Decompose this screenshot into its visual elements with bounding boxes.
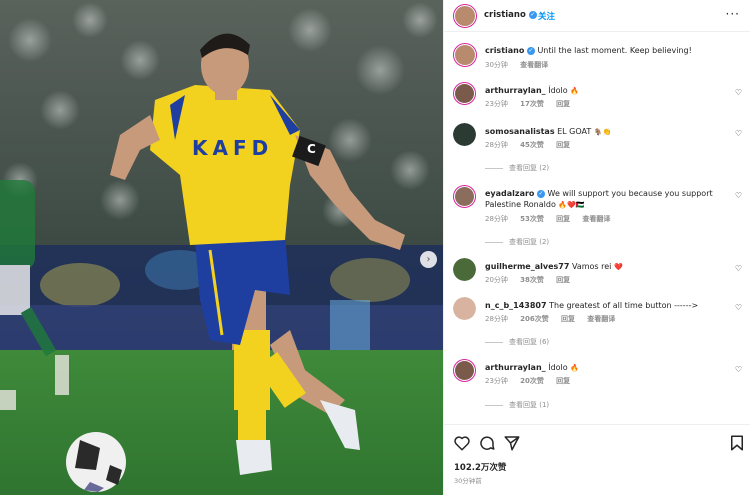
comment-text: Ídolo [548, 86, 568, 95]
avatar[interactable] [453, 359, 476, 382]
jersey-sponsor-text: KAFD [192, 136, 274, 160]
heart-icon[interactable]: ♡ [735, 88, 742, 97]
post-header: cristiano ✓ · 关注 ··· [444, 0, 750, 32]
comment-likes[interactable]: 20次赞 [520, 377, 544, 385]
heart-icon[interactable]: ♡ [735, 129, 742, 138]
football [66, 432, 126, 492]
bookmark-icon[interactable] [728, 434, 746, 452]
heart-icon[interactable]: ♡ [735, 303, 742, 312]
avatar[interactable] [453, 297, 476, 320]
verified-icon: ✓ [528, 10, 537, 19]
view-replies-link[interactable]: 查看回复 (6) [485, 337, 549, 347]
comment-emoji: ❤️ [613, 263, 623, 271]
comment-time: 23分钟 [485, 377, 508, 385]
comment-likes[interactable]: 45次赞 [520, 141, 544, 149]
comment-text: The greatest of all time button ------> [549, 301, 699, 310]
likes-count[interactable]: 102.2万次赞 [454, 461, 506, 473]
caption-text: Until the last moment. Keep believing! [537, 46, 692, 55]
post-actions: 102.2万次赞 30分钟前 [444, 424, 750, 496]
reply-button[interactable]: 回复 [556, 100, 570, 108]
heart-icon[interactable]: ♡ [735, 191, 742, 200]
comment-text: EL GOAT [557, 127, 592, 136]
caption-username[interactable]: cristiano [485, 46, 524, 55]
comment-emoji: 🐐👏 [593, 128, 612, 136]
avatar[interactable] [453, 123, 476, 146]
verified-icon: ✓ [536, 189, 545, 198]
comment-time: 28分钟 [485, 315, 508, 323]
translate-link[interactable]: 查看翻译 [587, 315, 615, 323]
view-replies-link[interactable]: 查看回复 (1) [485, 400, 549, 410]
comment-time: 28分钟 [485, 215, 508, 223]
reply-button[interactable]: 回复 [556, 141, 570, 149]
comment-time: 20分钟 [485, 276, 508, 284]
comment-time: 23分钟 [485, 100, 508, 108]
comment-likes[interactable]: 206次赞 [520, 315, 549, 323]
comments-list[interactable]: cristiano ✓ Until the last moment. Keep … [444, 32, 750, 424]
view-replies-link[interactable]: 查看回复 (2) [485, 163, 549, 173]
comment-username[interactable]: guilherme_alves77 [485, 262, 569, 271]
comment-emoji: 🔥❤️🇵🇸 [558, 201, 585, 209]
avatar[interactable] [453, 4, 477, 28]
captain-armband-text: C [307, 142, 316, 156]
caption-time: 30分钟 [485, 61, 508, 69]
comment-username[interactable]: eyadalzaro [485, 189, 534, 198]
comment-emoji: 🔥 [570, 364, 579, 372]
more-icon[interactable]: ··· [726, 7, 740, 21]
comment-text: Vamos rei [571, 262, 612, 271]
comment-username[interactable]: somosanalistas [485, 127, 555, 136]
view-replies-link[interactable]: 查看回复 (2) [485, 237, 549, 247]
heart-icon[interactable]: ♡ [735, 264, 742, 273]
football-player-image [0, 0, 443, 495]
avatar[interactable] [453, 43, 477, 67]
post-time: 30分钟前 [454, 477, 482, 485]
chevron-right-icon: › [426, 254, 431, 265]
reply-button[interactable]: 回复 [556, 276, 570, 284]
username-label: cristiano [484, 10, 526, 20]
comment-time: 28分钟 [485, 141, 508, 149]
comment-emoji: 🔥 [570, 87, 579, 95]
comment-likes[interactable]: 38次赞 [520, 276, 544, 284]
avatar[interactable] [453, 258, 476, 281]
translate-link[interactable]: 查看翻译 [520, 61, 548, 69]
comment-username[interactable]: arthurraylan_ [485, 86, 546, 95]
reply-button[interactable]: 回复 [561, 315, 575, 323]
reply-button[interactable]: 回复 [556, 215, 570, 223]
post-viewer: KAFD C › cristiano ✓ · 关注 ··· cristiano … [0, 0, 750, 495]
heart-icon[interactable] [453, 434, 471, 452]
header-username[interactable]: cristiano ✓ · [484, 10, 543, 20]
next-image-button[interactable]: › [420, 251, 437, 268]
comment-username[interactable]: arthurraylan_ [485, 363, 546, 372]
comment-icon[interactable] [478, 434, 496, 452]
reply-button[interactable]: 回复 [556, 377, 570, 385]
post-photo[interactable]: KAFD C › [0, 0, 443, 495]
comment-username[interactable]: n_c_b_143807 [485, 301, 547, 310]
comment-likes[interactable]: 53次赞 [520, 215, 544, 223]
avatar[interactable] [453, 185, 476, 208]
comment-text: Ídolo [548, 363, 568, 372]
follow-button[interactable]: 关注 [538, 10, 555, 22]
post-details-panel: cristiano ✓ · 关注 ··· cristiano ✓ Until t… [443, 0, 750, 495]
comment-likes[interactable]: 17次赞 [520, 100, 544, 108]
heart-icon[interactable]: ♡ [735, 365, 742, 374]
share-icon[interactable] [503, 434, 521, 452]
avatar[interactable] [453, 82, 476, 105]
translate-link[interactable]: 查看翻译 [582, 215, 610, 223]
verified-icon: ✓ [526, 46, 535, 55]
